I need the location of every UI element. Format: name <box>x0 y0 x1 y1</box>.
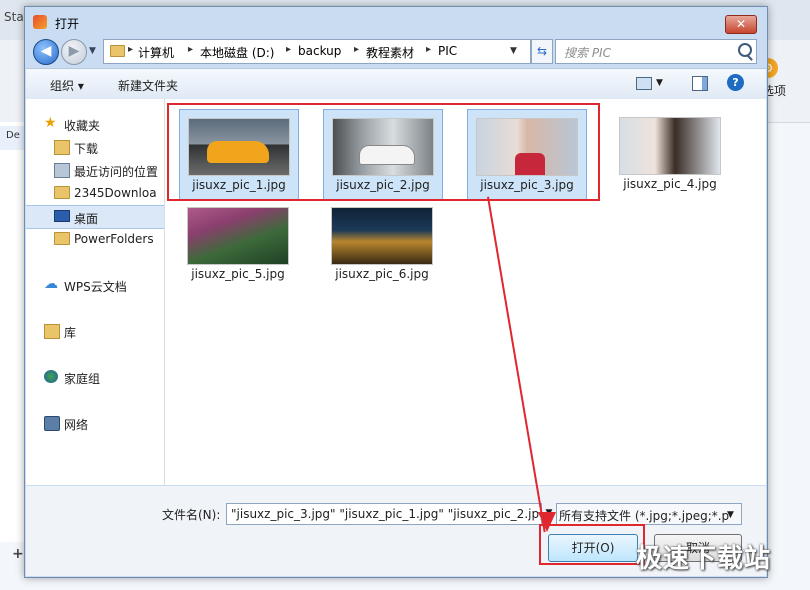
breadcrumb-separator-icon[interactable]: ▸ <box>286 44 291 55</box>
search-icon[interactable] <box>738 43 752 57</box>
library-icon <box>44 324 60 339</box>
refresh-icon: ⇆ <box>536 44 548 58</box>
image-thumbnail <box>187 207 289 265</box>
sidebar-item-label: 2345Downloa <box>74 186 157 200</box>
dialog-titlebar: 打开 ✕ <box>25 7 767 37</box>
forward-arrow-icon: ▶ <box>68 43 80 59</box>
change-view-icon[interactable] <box>636 77 652 90</box>
file-item[interactable]: jisuxz_pic_5.jpg <box>179 199 297 289</box>
file-name: jisuxz_pic_4.jpg <box>623 177 717 191</box>
cloud-icon: ☁ <box>44 276 58 292</box>
selection-highlight-box <box>167 103 600 201</box>
recent-locations-dropdown-icon[interactable]: ▼ <box>89 46 96 56</box>
sidebar-item-recent-places[interactable]: 最近访问的位置 <box>26 159 164 181</box>
organize-menu[interactable]: 组织 ▾ <box>50 77 84 94</box>
background-title: Sta <box>4 10 24 24</box>
filename-value: "jisuxz_pic_3.jpg" "jisuxz_pic_1.jpg" "j… <box>231 507 542 521</box>
preview-pane-icon[interactable] <box>692 76 708 91</box>
address-bar[interactable]: ▸ 计算机 ▸ 本地磁盘 (D:) ▸ backup ▸ 教程素材 ▸ PIC … <box>103 39 531 64</box>
new-folder-button[interactable]: 新建文件夹 <box>118 77 178 94</box>
close-icon: ✕ <box>735 17 747 31</box>
sidebar-item-2345downloads[interactable]: 2345Downloa <box>26 182 164 204</box>
folder-icon <box>54 186 70 199</box>
file-type-value: 所有支持文件 (*.jpg;*.jpeg;*.p <box>559 509 730 523</box>
file-type-dropdown-icon: ▼ <box>727 510 734 520</box>
file-name: jisuxz_pic_6.jpg <box>335 267 429 281</box>
sidebar-item-label: WPS云文档 <box>64 280 127 294</box>
homegroup-icon <box>44 370 58 383</box>
sidebar-item-label: 家庭组 <box>64 372 101 386</box>
recent-places-icon <box>54 163 70 178</box>
breadcrumb-separator-icon[interactable]: ▸ <box>188 44 193 55</box>
search-placeholder: 搜索 PIC <box>564 46 611 60</box>
breadcrumb-separator-icon[interactable]: ▸ <box>426 44 431 55</box>
sidebar-item-favorites[interactable]: ★ 收藏夹 <box>26 113 164 135</box>
dialog-title: 打开 <box>55 17 80 31</box>
breadcrumb-computer[interactable]: 计算机 <box>138 44 174 61</box>
network-icon <box>44 416 60 431</box>
back-button[interactable]: ◀ <box>33 39 59 65</box>
sidebar-item-label: PowerFolders <box>74 232 154 246</box>
navigation-pane: ★ 收藏夹 下载 最近访问的位置 2345Downloa 桌面 PowerFol… <box>26 99 165 485</box>
view-dropdown-icon[interactable]: ▼ <box>656 78 663 88</box>
sidebar-item-network[interactable]: 网络 <box>26 412 164 434</box>
breadcrumb-backup[interactable]: backup <box>298 44 341 58</box>
breadcrumb-local-disk[interactable]: 本地磁盘 (D:) <box>200 44 274 61</box>
breadcrumb-pic[interactable]: PIC <box>438 44 457 58</box>
forward-button[interactable]: ▶ <box>61 39 87 65</box>
background-list <box>0 122 24 542</box>
sidebar-item-label: 收藏夹 <box>64 119 101 133</box>
close-button[interactable]: ✕ <box>725 15 757 34</box>
refresh-button[interactable]: ⇆ <box>531 39 553 64</box>
sidebar-item-label: 最近访问的位置 <box>74 165 159 179</box>
watermark: 极速下载站 <box>636 544 772 574</box>
back-arrow-icon: ◀ <box>40 43 52 59</box>
file-type-select[interactable]: 所有支持文件 (*.jpg;*.jpeg;*.p ▼ <box>556 503 742 525</box>
background-list-label: De <box>6 130 20 141</box>
filename-label: 文件名(N): <box>162 508 221 522</box>
file-item[interactable]: jisuxz_pic_4.jpg <box>611 109 729 199</box>
file-item[interactable]: jisuxz_pic_6.jpg <box>323 199 441 289</box>
file-name: jisuxz_pic_5.jpg <box>191 267 285 281</box>
download-folder-icon <box>54 140 70 155</box>
command-toolbar: 组织 ▾ 新建文件夹 ▼ ? <box>26 68 766 100</box>
background-add-button[interactable]: + <box>12 546 24 562</box>
breadcrumb-separator-icon[interactable]: ▸ <box>128 44 133 55</box>
star-icon: ★ <box>44 115 57 131</box>
sidebar-item-downloads[interactable]: 下载 <box>26 136 164 158</box>
navigation-bar: ◀ ▶ ▼ ▸ 计算机 ▸ 本地磁盘 (D:) ▸ backup ▸ 教程素材 … <box>25 37 767 67</box>
folder-icon <box>54 232 70 245</box>
address-dropdown-icon[interactable]: ▼ <box>510 46 517 56</box>
sidebar-item-homegroup[interactable]: 家庭组 <box>26 366 164 388</box>
sidebar-item-libraries[interactable]: 库 <box>26 320 164 342</box>
app-icon <box>33 15 47 29</box>
filename-input[interactable]: "jisuxz_pic_3.jpg" "jisuxz_pic_1.jpg" "j… <box>226 503 542 525</box>
help-icon[interactable]: ? <box>727 74 744 91</box>
image-thumbnail <box>619 117 721 175</box>
search-input[interactable]: 搜索 PIC <box>555 39 757 64</box>
desktop-icon <box>54 210 70 222</box>
open-file-dialog: 打开 ✕ ◀ ▶ ▼ ▸ 计算机 ▸ 本地磁盘 (D:) ▸ backup ▸ … <box>24 6 768 578</box>
open-button-highlight-box <box>539 524 645 565</box>
breadcrumb-tutorial-materials[interactable]: 教程素材 <box>366 44 414 61</box>
sidebar-item-label: 下载 <box>74 142 99 156</box>
sidebar-item-powerfolders[interactable]: PowerFolders <box>26 228 164 250</box>
sidebar-item-desktop[interactable]: 桌面 <box>26 205 164 229</box>
sidebar-item-label: 网络 <box>64 418 89 432</box>
folder-icon <box>110 45 125 57</box>
breadcrumb-separator-icon[interactable]: ▸ <box>354 44 359 55</box>
sidebar-item-wps-cloud[interactable]: ☁ WPS云文档 <box>26 274 164 296</box>
image-thumbnail <box>331 207 433 265</box>
sidebar-item-label: 桌面 <box>74 212 99 226</box>
sidebar-item-label: 库 <box>64 326 77 340</box>
